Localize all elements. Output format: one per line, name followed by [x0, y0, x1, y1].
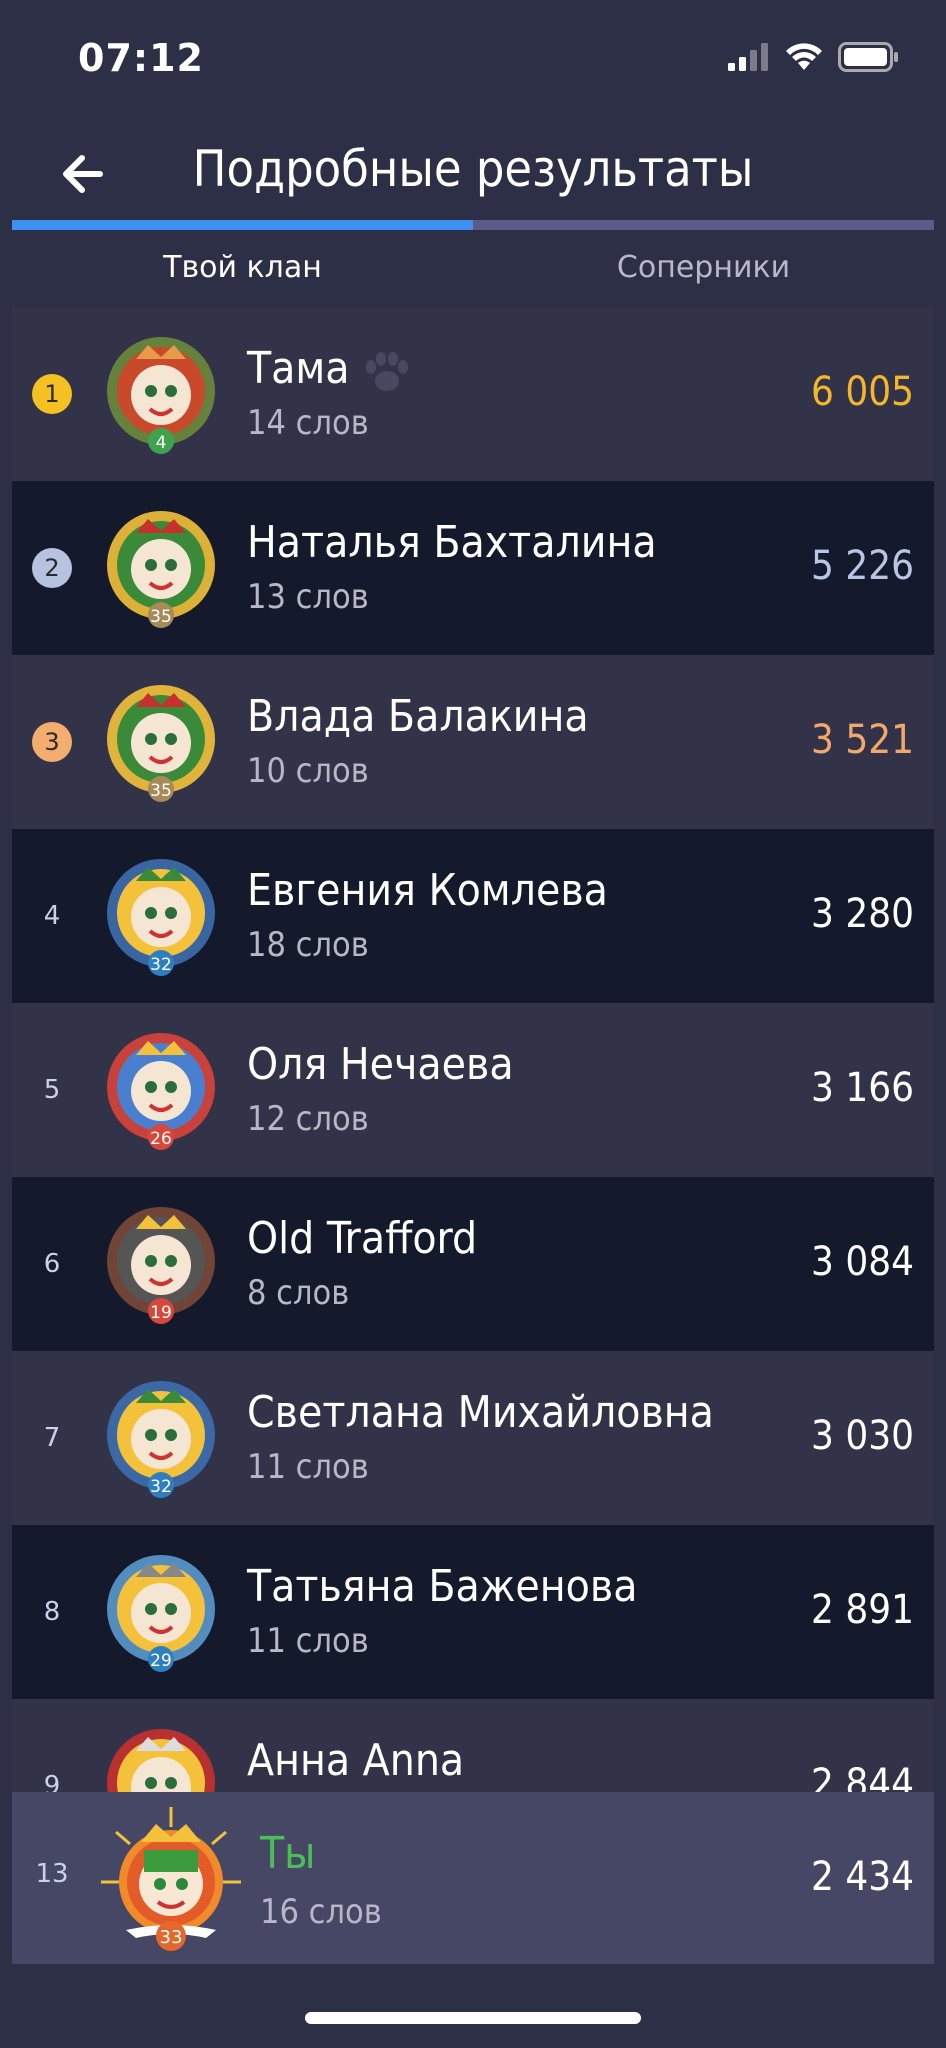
player-name: Анна Anna	[247, 1735, 465, 1786]
system-icons	[728, 42, 900, 72]
my-result-row[interactable]: 13 33 Ты 16 слов 2 434	[12, 1792, 934, 1964]
rank-number: 4	[43, 901, 61, 931]
level-badge: 32	[150, 955, 172, 975]
level-badge: 4	[156, 433, 167, 453]
words-count: 11 слов	[247, 1447, 369, 1487]
player-row[interactable]: 4 32 Евгения Комлева 18 слов 3 280	[12, 829, 934, 1003]
rank-medal: 2	[32, 548, 72, 588]
rank-number: 13	[35, 1859, 69, 1889]
app-header: Подробные результаты	[0, 120, 946, 230]
rank-number: 8	[43, 1597, 61, 1627]
player-name: Светлана Михайловна	[247, 1387, 714, 1438]
status-time: 07:12	[78, 36, 204, 80]
level-badge: 33	[160, 1927, 183, 1948]
avatar: 26	[107, 1033, 215, 1150]
avatar: 19	[107, 1207, 215, 1324]
tab-indicator-active	[12, 220, 473, 230]
rank-number: 6	[43, 1249, 61, 1279]
tab-rivals[interactable]: Соперники	[473, 230, 934, 306]
avatar: 33	[101, 1807, 241, 1951]
player-row[interactable]: 5 26 Оля Нечаева 12 слов 3 166	[12, 1003, 934, 1177]
tab-my-clan[interactable]: Твой клан	[12, 230, 473, 306]
avatar: 35	[107, 511, 215, 628]
avatar: 4	[107, 337, 215, 454]
player-row[interactable]: 3 35 Влада Балакина 10 слов 3 521	[12, 655, 934, 829]
player-row[interactable]: 2 35 Наталья Бахталина 13 слов 5 226	[12, 481, 934, 655]
player-row[interactable]: 1 4 Тама 14 слов 6 005	[12, 307, 934, 481]
player-name: Оля Нечаева	[247, 1039, 514, 1090]
score: 3 280	[811, 891, 914, 937]
level-badge: 35	[150, 607, 172, 627]
player-name: Тама	[247, 343, 350, 394]
level-badge: 29	[150, 1651, 172, 1671]
words-count: 18 слов	[247, 925, 369, 965]
score: 2 434	[811, 1854, 914, 1900]
status-bar: 07:12	[0, 0, 946, 120]
tabs: Твой клан Соперники	[12, 230, 934, 306]
avatar: 32	[107, 1381, 215, 1498]
rank-number: 5	[43, 1075, 61, 1105]
words-count: 8 слов	[247, 1273, 350, 1313]
battery-icon	[838, 42, 898, 72]
level-badge: 26	[150, 1129, 172, 1149]
player-row[interactable]: 8 29 Татьяна Баженова 11 слов 2 891	[12, 1525, 934, 1699]
avatar: 35	[107, 685, 215, 802]
rank-medal: 1	[32, 374, 72, 414]
score: 6 005	[811, 369, 914, 415]
page-title: Подробные результаты	[192, 140, 754, 198]
level-badge: 32	[150, 1477, 172, 1497]
words-count: 14 слов	[247, 403, 369, 443]
paw-icon	[366, 352, 408, 391]
avatar: 29	[107, 1555, 215, 1672]
signal-icon	[728, 43, 768, 71]
rank-medal: 3	[32, 722, 72, 762]
player-name: Евгения Комлева	[247, 865, 608, 916]
player-name: Татьяна Баженова	[247, 1561, 638, 1612]
score: 2 891	[811, 1587, 914, 1633]
player-name: Влада Балакина	[247, 691, 589, 742]
player-name: Наталья Бахталина	[247, 517, 657, 568]
avatar: 32	[107, 859, 215, 976]
rank-number: 7	[43, 1423, 61, 1453]
words-count: 16 слов	[260, 1892, 382, 1932]
player-row[interactable]: 7 32 Светлана Михайловна 11 слов 3 030	[12, 1351, 934, 1525]
player-row[interactable]: 9 Анна Anna 2 844	[12, 1699, 934, 1792]
words-count: 11 слов	[247, 1621, 369, 1661]
score: 3 521	[811, 717, 914, 763]
player-name: Ты	[260, 1828, 316, 1879]
player-name: Old Trafford	[247, 1213, 478, 1264]
rank-number: 9	[43, 1771, 61, 1792]
words-count: 12 слов	[247, 1099, 369, 1139]
results-list[interactable]: 1 4 Тама 14 слов 6 005 2 35 Наталья Бахталина 13…	[12, 307, 934, 1792]
home-indicator[interactable]	[305, 2012, 641, 2024]
wifi-icon	[786, 43, 822, 70]
words-count: 10 слов	[247, 751, 369, 791]
score: 3 030	[811, 1413, 914, 1459]
level-badge: 19	[150, 1303, 172, 1323]
score: 2 844	[811, 1761, 914, 1792]
score: 3 166	[811, 1065, 914, 1111]
words-count: 13 слов	[247, 577, 369, 617]
avatar	[107, 1729, 215, 1792]
player-row[interactable]: 6 19 Old Trafford 8 слов 3 084	[12, 1177, 934, 1351]
score: 3 084	[811, 1239, 914, 1285]
score: 5 226	[811, 543, 914, 589]
tab-indicator-track	[12, 220, 934, 230]
level-badge: 35	[150, 781, 172, 801]
